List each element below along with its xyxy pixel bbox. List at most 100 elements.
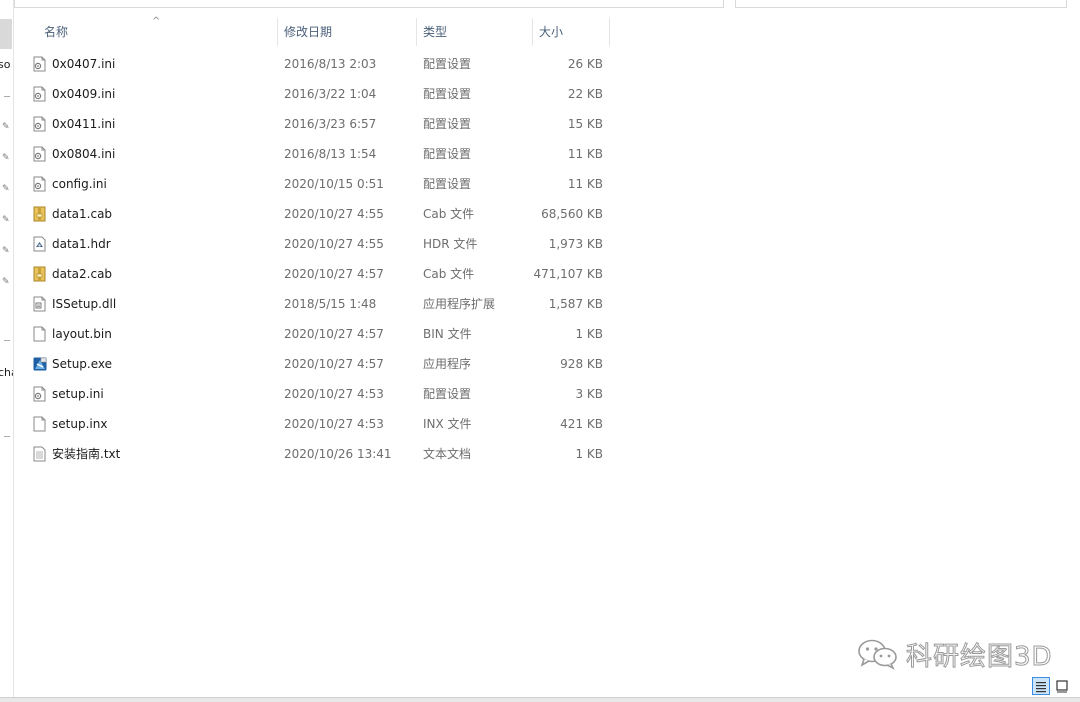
watermark: 科研绘图3D xyxy=(856,637,1053,672)
pin-icon[interactable]: ✎ xyxy=(2,247,11,256)
file-size: 3 KB xyxy=(575,387,603,401)
nav-item-fragment-so[interactable]: so xyxy=(0,58,10,71)
file-size: 11 KB xyxy=(567,147,603,161)
file-row[interactable]: data2.cab 2020/10/27 4:57 Cab 文件 471,107 KB xyxy=(14,259,614,289)
file-row[interactable]: 安装指南.txt 2020/10/26 13:41 文本文档 1 KB xyxy=(14,439,614,469)
file-row[interactable]: Setup.exe 2020/10/27 4:57 应用程序 928 KB xyxy=(14,349,614,379)
pin-icon[interactable]: ✎ xyxy=(2,185,11,194)
file-name: 0x0411.ini xyxy=(52,117,116,131)
pin-icon[interactable]: ✎ xyxy=(2,216,11,225)
file-modified-date: 2016/8/13 2:03 xyxy=(284,57,377,71)
file-type: INX 文件 xyxy=(423,417,472,431)
file-row[interactable]: 0x0804.ini 2016/8/13 1:54 配置设置 11 KB xyxy=(14,139,614,169)
cab-file-icon xyxy=(33,206,46,222)
file-row[interactable]: setup.inx 2020/10/27 4:53 INX 文件 421 KB xyxy=(14,409,614,439)
file-row[interactable]: 0x0407.ini 2016/8/13 2:03 配置设置 26 KB xyxy=(14,49,614,79)
pin-icon[interactable]: ✎ xyxy=(2,123,11,132)
column-header-name[interactable]: 名称 xyxy=(38,18,278,46)
file-name: layout.bin xyxy=(52,327,112,341)
ini-file-icon xyxy=(33,56,46,72)
file-row[interactable]: config.ini 2020/10/15 0:51 配置设置 11 KB xyxy=(14,169,614,199)
file-modified-date: 2016/3/23 6:57 xyxy=(284,117,377,131)
cab-file-icon xyxy=(33,266,46,282)
file-modified-date: 2016/3/22 1:04 xyxy=(284,87,377,101)
file-size: 1 KB xyxy=(575,447,603,461)
file-name: 0x0804.ini xyxy=(52,147,116,161)
dll-file-icon xyxy=(33,296,46,312)
ini-file-icon xyxy=(33,116,46,132)
file-name: setup.inx xyxy=(52,417,108,431)
file-size: 928 KB xyxy=(560,357,603,371)
ini-file-icon xyxy=(33,176,46,192)
large-icons-view-icon xyxy=(1056,680,1068,693)
file-size: 11 KB xyxy=(567,177,603,191)
navigation-pane: so ✎ ✎ ✎ ✎ ✎ ✎ cha xyxy=(0,0,14,701)
file-row[interactable]: setup.ini 2020/10/27 4:53 配置设置 3 KB xyxy=(14,379,614,409)
file-type: BIN 文件 xyxy=(423,327,472,341)
file-size: 471,107 KB xyxy=(533,267,603,281)
file-size: 26 KB xyxy=(567,57,603,71)
nav-item-fragment-cha[interactable]: cha xyxy=(0,366,13,379)
file-row[interactable]: data1.cab 2020/10/27 4:55 Cab 文件 68,560 KB xyxy=(14,199,614,229)
hdr-file-icon xyxy=(33,236,46,252)
nav-divider xyxy=(4,340,10,341)
file-type: 配置设置 xyxy=(423,117,472,131)
file-type: Cab 文件 xyxy=(423,267,475,281)
file-name: config.ini xyxy=(52,177,107,191)
file-name: data2.cab xyxy=(52,267,113,281)
column-header-bar: ^ 名称 修改日期 类型 大小 xyxy=(14,16,714,46)
pin-icon[interactable]: ✎ xyxy=(2,154,11,163)
file-modified-date: 2020/10/27 4:55 xyxy=(284,207,384,221)
file-size: 1 KB xyxy=(575,327,603,341)
file-row[interactable]: 0x0409.ini 2016/3/22 1:04 配置设置 22 KB xyxy=(14,79,614,109)
file-type: Cab 文件 xyxy=(423,207,475,221)
column-header-date[interactable]: 修改日期 xyxy=(278,18,416,46)
file-name: data1.hdr xyxy=(52,237,111,251)
file-modified-date: 2020/10/27 4:55 xyxy=(284,237,384,251)
file-row[interactable]: ISSetup.dll 2018/5/15 1:48 应用程序扩展 1,587 KB xyxy=(14,289,614,319)
address-bar[interactable] xyxy=(14,0,724,8)
column-header-size[interactable]: 大小 xyxy=(533,18,609,46)
file-row[interactable]: 0x0411.ini 2016/3/23 6:57 配置设置 15 KB xyxy=(14,109,614,139)
file-type: 配置设置 xyxy=(423,87,472,101)
file-size: 421 KB xyxy=(560,417,603,431)
large-icons-view-button[interactable] xyxy=(1053,677,1071,695)
file-modified-date: 2020/10/27 4:57 xyxy=(284,357,384,371)
file-type: 配置设置 xyxy=(423,57,472,71)
nav-divider xyxy=(4,436,10,437)
file-type: 应用程序 xyxy=(423,357,472,371)
file-row[interactable]: layout.bin 2020/10/27 4:57 BIN 文件 1 KB xyxy=(14,319,614,349)
file-name: Setup.exe xyxy=(52,357,113,371)
file-name: 0x0409.ini xyxy=(52,87,116,101)
file-row[interactable]: data1.hdr 2020/10/27 4:55 HDR 文件 1,973 KB xyxy=(14,229,614,259)
file-name: 0x0407.ini xyxy=(52,57,116,71)
file-size: 22 KB xyxy=(567,87,603,101)
file-modified-date: 2020/10/26 13:41 xyxy=(284,447,392,461)
file-modified-date: 2020/10/15 0:51 xyxy=(284,177,384,191)
column-header-type[interactable]: 类型 xyxy=(417,18,533,46)
pin-icon[interactable]: ✎ xyxy=(2,278,11,287)
file-type: HDR 文件 xyxy=(423,237,478,251)
blank-file-icon xyxy=(33,326,46,342)
nav-selected-item[interactable] xyxy=(0,19,12,49)
file-type: 文本文档 xyxy=(423,447,472,461)
details-view-button[interactable] xyxy=(1032,677,1050,695)
file-name: 安装指南.txt xyxy=(52,447,121,461)
file-name: setup.ini xyxy=(52,387,104,401)
file-modified-date: 2018/5/15 1:48 xyxy=(284,297,377,311)
ini-file-icon xyxy=(33,86,46,102)
file-modified-date: 2020/10/27 4:53 xyxy=(284,417,384,431)
search-box[interactable] xyxy=(735,0,1067,8)
column-separator[interactable] xyxy=(609,18,610,46)
file-size: 1,587 KB xyxy=(548,297,603,311)
blank-file-icon xyxy=(33,416,46,432)
file-type: 配置设置 xyxy=(423,147,472,161)
file-list: 0x0407.ini 2016/8/13 2:03 配置设置 26 KB 0x0409.… xyxy=(14,49,614,469)
nav-divider xyxy=(4,96,10,97)
wechat-icon xyxy=(858,639,897,670)
watermark-text: 科研绘图3D xyxy=(906,641,1053,672)
file-type: 应用程序扩展 xyxy=(423,297,496,311)
setup-exe-icon xyxy=(33,356,47,372)
file-modified-date: 2020/10/27 4:57 xyxy=(284,327,384,341)
file-size: 15 KB xyxy=(567,117,603,131)
